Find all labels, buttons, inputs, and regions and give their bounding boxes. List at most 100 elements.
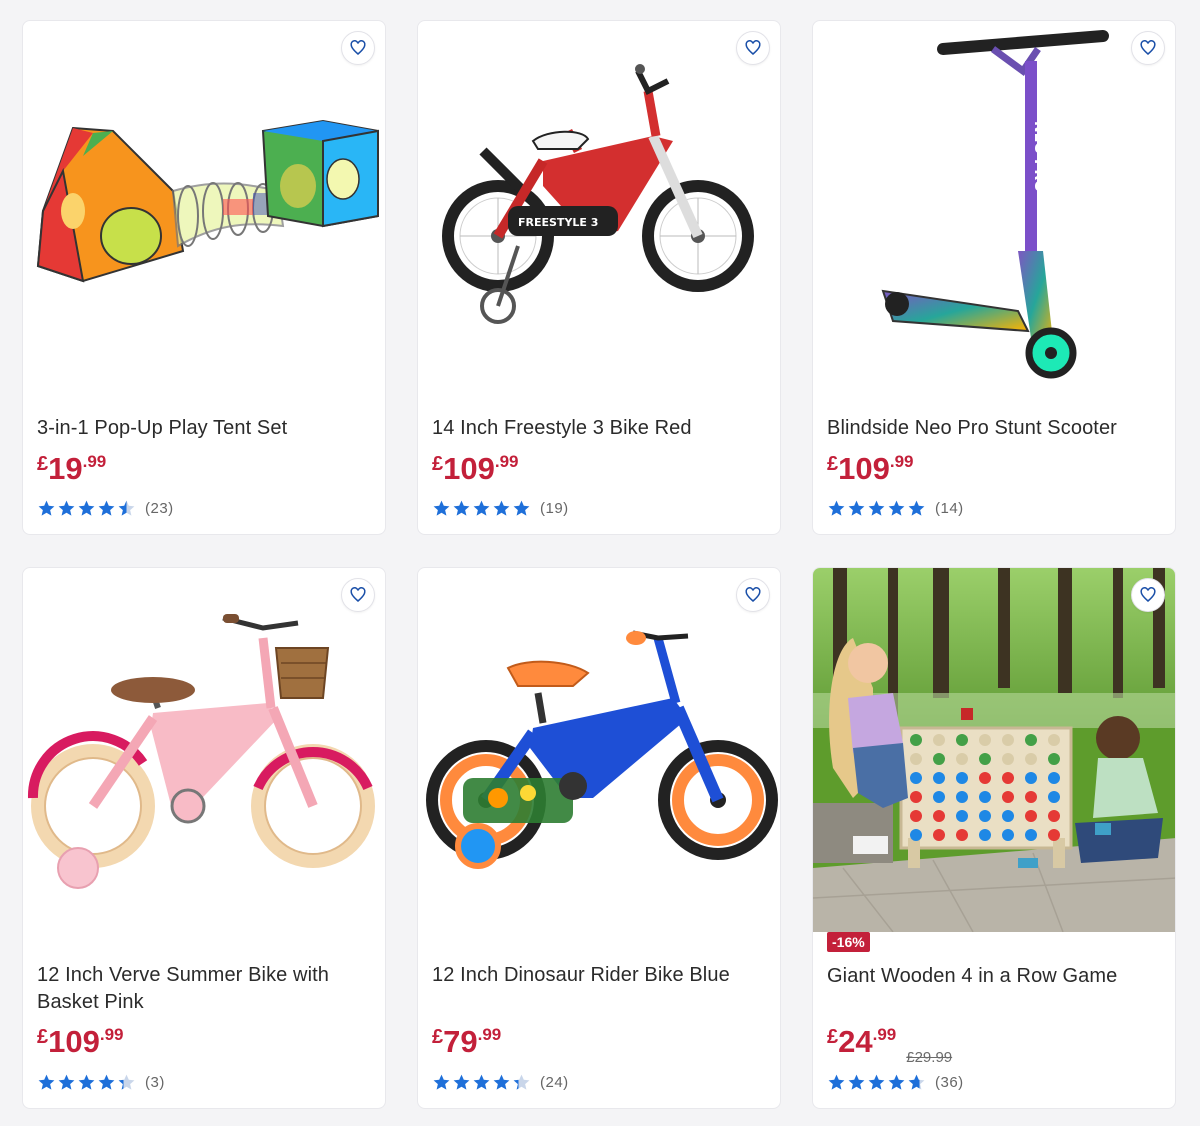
star-icon [888,500,905,516]
wishlist-button[interactable] [341,31,375,65]
star-icon [118,1074,135,1090]
svg-text:NEO PRO: NEO PRO [1031,121,1047,192]
price-currency: £ [37,453,49,475]
product-card[interactable]: NEO PRO Blindside Neo Pro Stunt Scooter … [812,20,1176,535]
star-icon [888,1074,905,1090]
wishlist-button[interactable] [1131,31,1165,65]
review-count: (23) [145,499,174,517]
product-rating[interactable]: (36) [827,1072,964,1092]
review-count: (14) [935,499,964,517]
product-price: £109.99 [827,451,914,487]
product-image-four-in-a-row[interactable] [813,568,1175,932]
star-icon [908,1074,925,1090]
star-icon [828,1074,845,1090]
star-icon [493,1074,510,1090]
star-rating [827,1073,927,1092]
star-icon [513,1074,530,1090]
wishlist-button[interactable] [736,578,770,612]
product-price: £109.99 [432,451,519,487]
review-count: (24) [540,1073,569,1091]
product-title[interactable]: Giant Wooden 4 in a Row Game [827,963,1161,990]
wishlist-button[interactable] [736,31,770,65]
product-image-tent[interactable] [23,21,385,385]
price-pence: .99 [99,1025,124,1044]
star-icon [58,1074,75,1090]
wishlist-button[interactable] [341,578,375,612]
price-pence: .99 [477,1025,502,1044]
wishlist-button[interactable] [1131,578,1165,612]
product-price: £19.99 [37,451,106,487]
product-image-blue-bike[interactable] [418,568,780,932]
price-currency: £ [37,1026,49,1048]
star-rating [432,499,532,518]
price-pounds: 24 [838,1024,873,1059]
review-count: (19) [540,499,569,517]
star-rating [37,1073,137,1092]
heart-outline-icon [1140,40,1156,55]
product-image-pink-bike[interactable] [23,568,385,932]
review-count: (3) [145,1073,165,1091]
star-icon [868,1074,885,1090]
product-card[interactable]: FREESTYLE 3 14 Inch Freestyle 3 Bike Red… [417,20,781,535]
price-pence: .99 [872,1025,897,1044]
product-card[interactable]: 3-in-1 Pop-Up Play Tent Set £19.99 (23) [22,20,386,535]
product-title[interactable]: 12 Inch Verve Summer Bike with Basket Pi… [37,962,371,1016]
star-icon [98,500,115,516]
svg-text:FREESTYLE 3: FREESTYLE 3 [518,216,598,229]
product-image-scooter[interactable]: NEO PRO [813,21,1175,385]
heart-outline-icon [745,40,761,55]
star-rating [827,499,927,518]
star-icon [98,1074,115,1090]
price-pounds: 79 [443,1024,478,1059]
product-rating[interactable]: (24) [432,1072,569,1092]
product-title[interactable]: 14 Inch Freestyle 3 Bike Red [432,415,766,442]
heart-outline-icon [350,40,366,55]
star-icon [868,500,885,516]
star-icon [433,1074,450,1090]
price-pounds: 109 [838,451,890,486]
heart-outline-icon [1140,587,1156,602]
product-price: £79.99 [432,1024,501,1060]
star-icon [118,500,135,516]
star-icon [828,500,845,516]
star-icon [473,500,490,516]
price-pence: .99 [889,452,914,471]
product-image-red-bike[interactable]: FREESTYLE 3 [418,21,780,385]
was-price: £29.99 [906,1049,953,1066]
star-icon [908,500,925,516]
product-rating[interactable]: (23) [37,498,174,518]
product-card[interactable]: -16% Giant Wooden 4 in a Row Game £24.99… [812,567,1176,1109]
star-icon [78,500,95,516]
star-icon [453,1074,470,1090]
price-pounds: 109 [48,1024,100,1059]
price-pounds: 109 [443,451,495,486]
star-icon [848,500,865,516]
product-rating[interactable]: (3) [37,1072,165,1092]
product-price: £24.99 £29.99 [827,1024,952,1076]
product-card[interactable]: 12 Inch Dinosaur Rider Bike Blue £79.99 … [417,567,781,1109]
price-pence: .99 [82,452,107,471]
product-price: £109.99 [37,1024,124,1060]
heart-outline-icon [350,587,366,602]
star-icon [433,500,450,516]
price-currency: £ [432,1026,444,1048]
price-currency: £ [432,453,444,475]
star-icon [38,500,55,516]
price-currency: £ [827,1026,839,1048]
star-icon [473,1074,490,1090]
star-icon [513,500,530,516]
product-card[interactable]: 12 Inch Verve Summer Bike with Basket Pi… [22,567,386,1109]
star-icon [848,1074,865,1090]
product-rating[interactable]: (19) [432,498,569,518]
product-rating[interactable]: (14) [827,498,964,518]
star-rating [432,1073,532,1092]
star-icon [38,1074,55,1090]
product-title[interactable]: Blindside Neo Pro Stunt Scooter [827,415,1161,442]
product-title[interactable]: 12 Inch Dinosaur Rider Bike Blue [432,962,766,989]
price-pounds: 19 [48,451,83,486]
price-currency: £ [827,453,839,475]
star-icon [493,500,510,516]
star-icon [453,500,470,516]
product-title[interactable]: 3-in-1 Pop-Up Play Tent Set [37,415,371,442]
star-icon [78,1074,95,1090]
